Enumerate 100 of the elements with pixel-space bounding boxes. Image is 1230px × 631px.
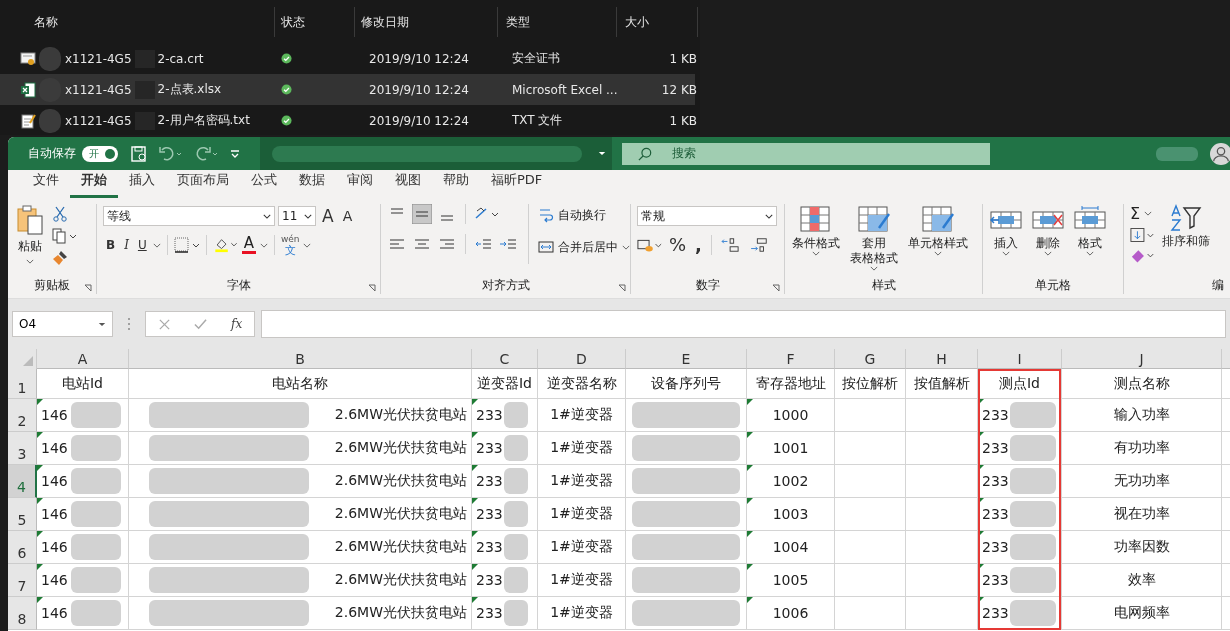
- wrap-icon: [538, 207, 554, 223]
- ribbon-tab[interactable]: 审阅: [336, 171, 384, 198]
- cells-button[interactable]: 删除: [1029, 204, 1067, 276]
- column-header[interactable]: 状态: [275, 7, 355, 37]
- caret-icon[interactable]: [302, 242, 311, 248]
- file-row[interactable]: x1121-4G5 2-ca.crt 2019/9/10 12:24 安全证书 1 KB: [0, 43, 695, 74]
- autosave-toggle[interactable]: 开: [82, 145, 118, 162]
- orientation-icon[interactable]: [474, 206, 500, 222]
- document-name-field[interactable]: [260, 137, 612, 170]
- column-header[interactable]: F: [747, 349, 835, 369]
- blurred-region: [39, 46, 61, 71]
- column-header[interactable]: H: [906, 349, 978, 369]
- cells-button[interactable]: 格式: [1071, 204, 1109, 276]
- ribbon-tab[interactable]: 数据: [288, 171, 336, 198]
- column-header[interactable]: C: [472, 349, 538, 369]
- merge-center-button[interactable]: 合并后居中: [538, 236, 630, 258]
- ribbon-tab[interactable]: 视图: [384, 171, 432, 198]
- column-header[interactable]: G: [835, 349, 906, 369]
- shrink-font-button[interactable]: A: [339, 208, 356, 224]
- row-header[interactable]: 3: [8, 432, 37, 465]
- wrap-text-button[interactable]: 自动换行: [538, 204, 630, 226]
- redo-icon[interactable]: [194, 144, 220, 163]
- dialog-launcher-icon[interactable]: [618, 284, 626, 292]
- cancel-icon[interactable]: [157, 317, 171, 331]
- align-middle-icon[interactable]: [412, 204, 432, 224]
- column-header[interactable]: 修改日期: [355, 7, 498, 37]
- style-button[interactable]: 条件格式: [789, 204, 843, 276]
- check-icon[interactable]: [194, 317, 208, 331]
- font-size-field[interactable]: 11: [278, 206, 316, 226]
- table-icon: [800, 206, 832, 234]
- style-button[interactable]: 单元格样式: [905, 204, 971, 276]
- table-cell: 233: [982, 506, 1009, 522]
- ribbon-tab[interactable]: 福昕PDF: [480, 171, 554, 198]
- phonetic-button[interactable]: wén 文: [280, 234, 300, 256]
- fill-down-icon[interactable]: [1130, 227, 1156, 243]
- row-header[interactable]: 4: [8, 465, 37, 498]
- name-box[interactable]: O4: [12, 311, 113, 337]
- ribbon-tab[interactable]: 文件: [22, 171, 70, 198]
- table-cell: 1004: [772, 539, 809, 555]
- fill-color-icon[interactable]: [212, 237, 239, 253]
- grow-font-button[interactable]: A: [319, 206, 337, 226]
- sort-filter-button[interactable]: 排序和筛: [1162, 204, 1210, 276]
- font-color-button[interactable]: A: [241, 236, 268, 254]
- column-header[interactable]: J: [1062, 349, 1222, 369]
- insert-function-button[interactable]: fx: [231, 317, 243, 331]
- avatar-icon[interactable]: [1210, 142, 1230, 165]
- undo-icon[interactable]: [158, 144, 184, 163]
- empty-cell: [906, 432, 978, 465]
- dialog-launcher-icon[interactable]: [84, 284, 92, 292]
- percent-button[interactable]: %: [666, 234, 690, 255]
- ribbon-tab[interactable]: 帮助: [432, 171, 480, 198]
- table-cell: 1003: [772, 506, 809, 522]
- search-field[interactable]: 搜索: [622, 142, 990, 165]
- column-header[interactable]: A: [37, 349, 129, 369]
- row-header[interactable]: 2: [8, 399, 37, 432]
- dialog-launcher-icon[interactable]: [772, 284, 780, 292]
- paste-button[interactable]: 粘贴: [14, 204, 46, 276]
- eraser-icon[interactable]: [1130, 247, 1156, 263]
- column-header[interactable]: 类型: [498, 7, 617, 37]
- comma-button[interactable]: ,: [692, 234, 705, 255]
- borders-icon[interactable]: [173, 237, 200, 253]
- caret-icon: [622, 244, 630, 250]
- file-row[interactable]: x1121-4G5 2-点表.xlsx 2019/9/10 12:24 Microsoft Excel ... 12 KB: [0, 74, 695, 105]
- style-button[interactable]: 套用 表格格式: [847, 204, 901, 276]
- blurred-region: [1156, 146, 1198, 161]
- row-header[interactable]: 8: [8, 597, 37, 630]
- file-row[interactable]: x1121-4G5 2-用户名密码.txt 2019/9/10 12:24 TXT 文件 1 KB: [0, 105, 695, 136]
- column-header[interactable]: D: [538, 349, 626, 369]
- row-header[interactable]: 5: [8, 498, 37, 531]
- table-cell: 233: [982, 440, 1009, 456]
- customize-caret-icon[interactable]: [230, 148, 240, 159]
- number-format-field[interactable]: 常规: [637, 206, 777, 226]
- table-cell: 1#逆变器: [550, 472, 613, 490]
- row-header[interactable]: 7: [8, 564, 37, 597]
- blurred-region: [39, 108, 61, 133]
- table-cell: 输入功率: [1113, 406, 1170, 424]
- row-header[interactable]: 6: [8, 531, 37, 564]
- row-header[interactable]: 1: [8, 369, 37, 399]
- column-header[interactable]: B: [129, 349, 472, 369]
- caret-icon[interactable]: [152, 242, 161, 248]
- save-icon[interactable]: [130, 144, 148, 163]
- column-header[interactable]: 大小: [617, 7, 698, 37]
- copy-icon[interactable]: [52, 228, 78, 244]
- underline-button[interactable]: U: [134, 238, 150, 252]
- italic-button[interactable]: I: [121, 238, 132, 252]
- ribbon-tab[interactable]: 页面布局: [166, 171, 240, 198]
- column-header[interactable]: 名称: [0, 7, 275, 37]
- table-cell: 1005: [772, 572, 809, 588]
- formula-input[interactable]: [261, 310, 1226, 338]
- ribbon-tab[interactable]: 公式: [240, 171, 288, 198]
- bold-button[interactable]: B: [103, 238, 119, 252]
- autosum-button[interactable]: Σ: [1130, 204, 1156, 223]
- cells-button[interactable]: 插入: [987, 204, 1025, 276]
- dialog-launcher-icon[interactable]: [368, 284, 376, 292]
- font-name-field[interactable]: 等线: [103, 206, 275, 226]
- ribbon-tab[interactable]: 插入: [118, 171, 166, 198]
- brush-icon[interactable]: [52, 250, 68, 266]
- column-header[interactable]: E: [626, 349, 747, 369]
- scissors-icon[interactable]: [52, 206, 68, 222]
- column-header[interactable]: I: [978, 349, 1062, 369]
